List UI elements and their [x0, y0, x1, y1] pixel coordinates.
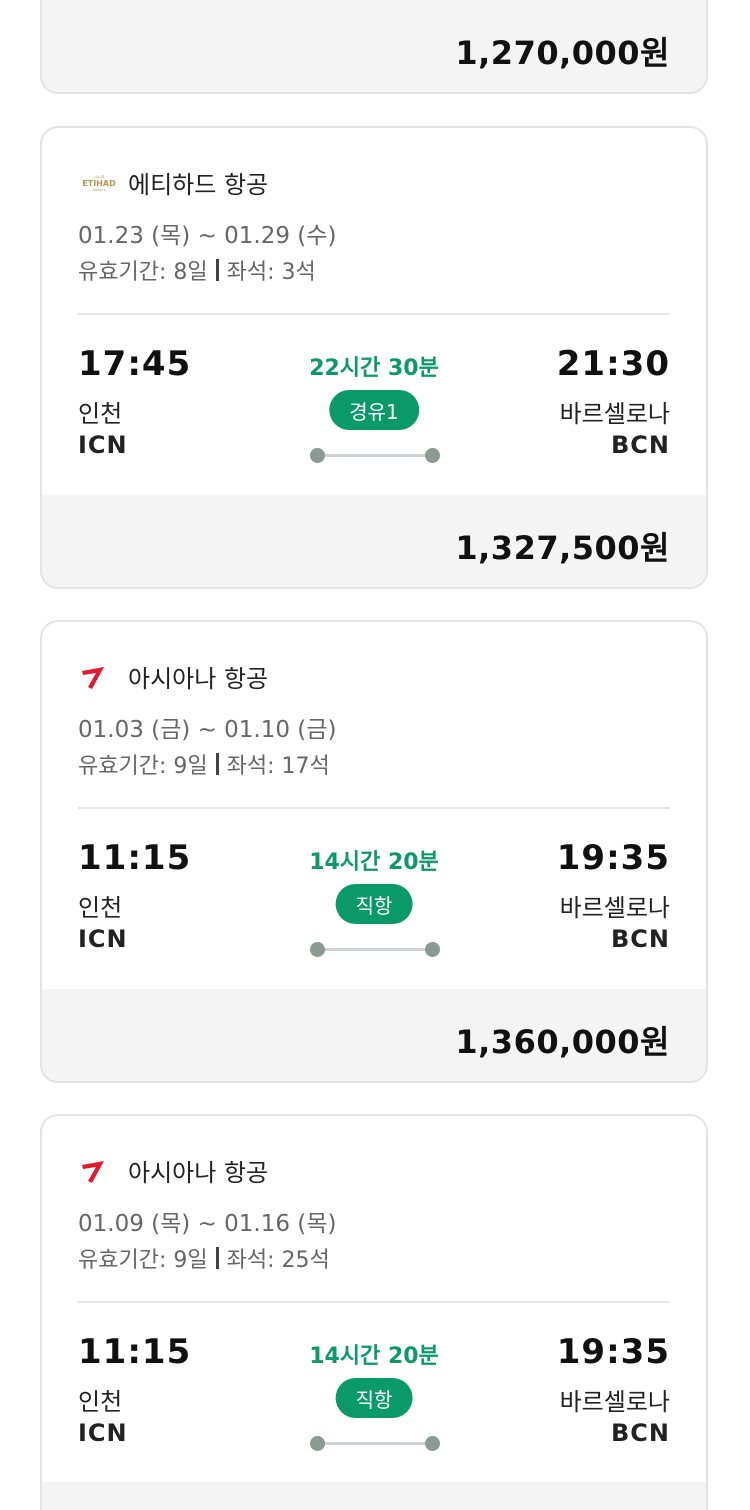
- route-track: [316, 948, 434, 951]
- asiana-logo-icon: [78, 1152, 120, 1188]
- price-label: 1,360,000원: [455, 1023, 670, 1061]
- price-bar: 1,360,000원: [42, 989, 706, 1081]
- validity-text: 유효기간: 9일: [78, 1248, 208, 1273]
- travel-dates: 01.03 (금) ~ 01.10 (금): [78, 717, 337, 743]
- route-line: [310, 1436, 440, 1451]
- arrival-city: 바르셀로나: [559, 894, 670, 922]
- stops-badge: 직항: [335, 884, 413, 924]
- validity-text: 유효기간: 9일: [78, 754, 208, 779]
- divider: [78, 1301, 670, 1303]
- arrival-time: 19:35: [556, 838, 670, 878]
- validity-seats: 유효기간: 9일 좌석: 25석: [78, 1242, 330, 1274]
- arrival-city: 바르셀로나: [559, 400, 670, 428]
- divider: [78, 807, 670, 809]
- departure-city: 인천: [78, 894, 123, 922]
- flight-card[interactable]: 아시아나 항공 01.09 (목) ~ 01.16 (목) 유효기간: 9일 좌…: [40, 1114, 708, 1510]
- airline-name: 아시아나 항공: [128, 664, 269, 693]
- flight-card[interactable]: الاتحاد ETIHAD AIRWAYS 에티하드 항공 01.23 (목)…: [40, 126, 708, 589]
- departure-code: ICN: [78, 431, 128, 459]
- separator: [215, 1247, 219, 1269]
- airline-row: 아시아나 항공: [78, 1152, 268, 1188]
- separator: [215, 259, 219, 281]
- stops-badge: 직항: [335, 1378, 413, 1418]
- route-track: [316, 1442, 434, 1445]
- airline-name: 아시아나 항공: [128, 1158, 269, 1187]
- route-start-dot: [310, 1436, 325, 1451]
- arrival-code: BCN: [611, 431, 670, 459]
- price-bar: [42, 1482, 706, 1510]
- price-label: 1,327,500원: [455, 529, 670, 567]
- route-line: [310, 942, 440, 957]
- departure-city: 인천: [78, 400, 123, 428]
- etihad-logo-icon: الاتحاد ETIHAD AIRWAYS: [78, 164, 120, 200]
- flight-card-partial[interactable]: 1,270,000원: [40, 0, 708, 94]
- route-end-dot: [425, 448, 440, 463]
- travel-dates: 01.23 (목) ~ 01.29 (수): [78, 223, 337, 249]
- price-label: 1,270,000원: [455, 34, 670, 72]
- departure-code: ICN: [78, 1419, 128, 1447]
- travel-dates: 01.09 (목) ~ 01.16 (목): [78, 1211, 337, 1237]
- arrival-code: BCN: [611, 925, 670, 953]
- route-end-dot: [425, 942, 440, 957]
- flight-results-page: 1,270,000원 الاتحاد ETIHAD AIRWAYS 에티하드 항…: [0, 0, 750, 1510]
- validity-seats: 유효기간: 8일 좌석: 3석: [78, 254, 316, 286]
- separator: [215, 753, 219, 775]
- stops-badge: 경유1: [329, 390, 419, 430]
- svg-text:AIRWAYS: AIRWAYS: [92, 188, 105, 192]
- flight-card[interactable]: 아시아나 항공 01.03 (금) ~ 01.10 (금) 유효기간: 9일 좌…: [40, 620, 708, 1083]
- arrival-time: 19:35: [556, 1332, 670, 1372]
- airline-row: 아시아나 항공: [78, 658, 268, 694]
- airline-row: الاتحاد ETIHAD AIRWAYS 에티하드 항공: [78, 164, 268, 200]
- route-start-dot: [310, 448, 325, 463]
- validity-text: 유효기간: 8일: [78, 260, 208, 285]
- arrival-code: BCN: [611, 1419, 670, 1447]
- etihad-logo-text: ETIHAD: [82, 179, 116, 188]
- route-start-dot: [310, 942, 325, 957]
- departure-code: ICN: [78, 925, 128, 953]
- seats-text: 좌석: 17석: [226, 754, 330, 779]
- arrival-time: 21:30: [556, 344, 670, 384]
- divider: [78, 313, 670, 315]
- asiana-logo-icon: [78, 658, 120, 694]
- validity-seats: 유효기간: 9일 좌석: 17석: [78, 748, 330, 780]
- route-line: [310, 448, 440, 463]
- route-track: [316, 454, 434, 457]
- departure-city: 인천: [78, 1388, 123, 1416]
- arrival-city: 바르셀로나: [559, 1388, 670, 1416]
- seats-text: 좌석: 3석: [226, 260, 316, 285]
- airline-name: 에티하드 항공: [128, 170, 269, 199]
- route-end-dot: [425, 1436, 440, 1451]
- seats-text: 좌석: 25석: [226, 1248, 330, 1273]
- price-bar: 1,327,500원: [42, 495, 706, 587]
